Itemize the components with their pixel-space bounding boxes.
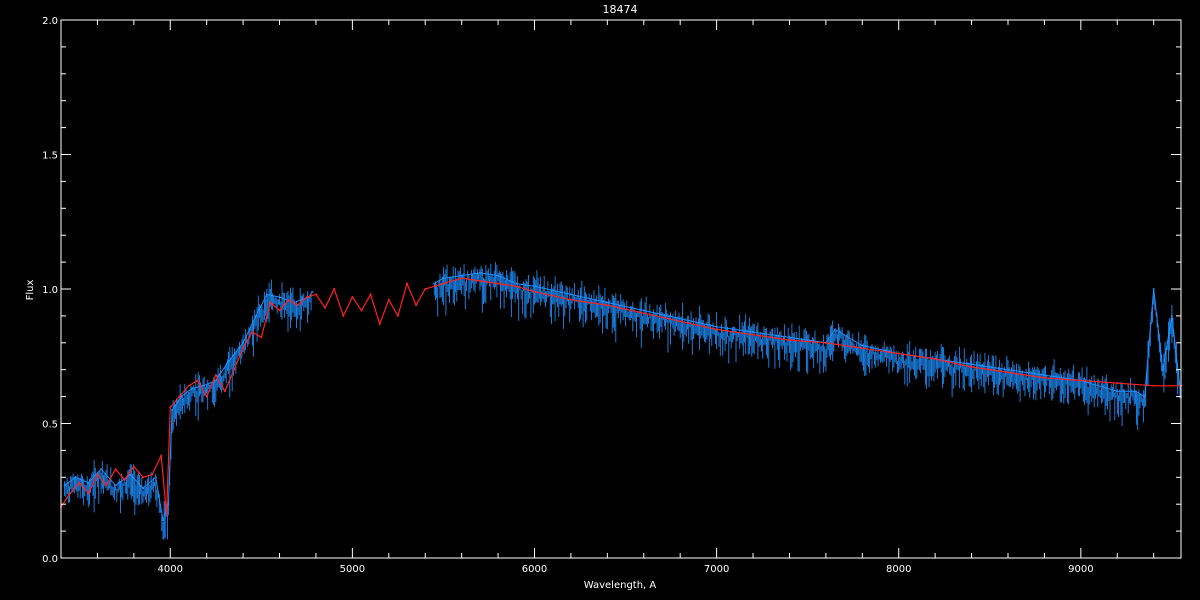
model-point — [305, 296, 308, 299]
model-point — [296, 304, 299, 307]
model-point — [205, 395, 208, 398]
x-tick-label: 9000 — [1068, 564, 1093, 575]
model-point — [233, 368, 235, 371]
model-point — [242, 347, 245, 350]
model-point — [342, 314, 345, 317]
model-point — [196, 379, 199, 382]
model-point — [642, 312, 645, 315]
model-point — [752, 333, 754, 336]
model-point — [606, 304, 609, 307]
model-point — [251, 331, 254, 333]
model-point — [369, 293, 372, 296]
model-point — [378, 323, 381, 325]
model-point — [1043, 376, 1046, 379]
y-axis-title: Flux — [25, 280, 36, 301]
model-point — [515, 285, 518, 288]
x-tick-label: 7000 — [704, 564, 729, 575]
observed-point — [100, 468, 103, 471]
model-point — [679, 320, 682, 323]
model-point — [360, 309, 363, 312]
model-point — [333, 288, 336, 290]
observed-point — [679, 317, 682, 320]
observed-point — [606, 301, 609, 304]
model-point — [396, 314, 399, 317]
x-tick-label: 4000 — [158, 564, 183, 575]
model-point — [78, 481, 81, 484]
observed-point — [214, 379, 217, 382]
model-point — [970, 366, 973, 368]
model-point — [1152, 384, 1155, 387]
model-point — [269, 301, 272, 304]
model-point — [442, 282, 445, 285]
model-point — [114, 468, 117, 471]
y-tick-label: 1.0 — [42, 285, 58, 296]
y-tick-label: 0.0 — [42, 554, 58, 565]
observed-point — [834, 328, 836, 331]
observed-point — [861, 344, 864, 347]
model-point — [260, 336, 263, 339]
model-point — [387, 298, 390, 301]
model-point — [824, 341, 827, 344]
model-point — [424, 288, 427, 290]
model-point — [1007, 371, 1009, 374]
model-point — [897, 352, 900, 355]
model-point — [715, 328, 718, 331]
model-point — [324, 306, 327, 309]
y-tick-label: 0.5 — [42, 420, 58, 431]
y-tick-label: 1.5 — [42, 151, 58, 162]
observed-point — [642, 309, 645, 312]
model-point — [315, 293, 317, 296]
model-point — [1116, 382, 1119, 385]
observed-point — [114, 484, 117, 487]
observed-point — [1152, 288, 1155, 290]
model-point — [460, 277, 463, 280]
model-point — [569, 298, 572, 301]
model-point — [151, 473, 154, 476]
model-point — [861, 347, 864, 350]
model-point — [142, 476, 144, 479]
model-point — [96, 473, 99, 476]
model-point — [123, 479, 126, 481]
model-point — [69, 492, 72, 495]
model-point — [351, 296, 354, 299]
x-tick-label: 5000 — [340, 564, 365, 575]
model-point — [934, 357, 937, 360]
model-point — [406, 282, 408, 285]
model-point — [187, 384, 190, 387]
chart-title: 18474 — [603, 3, 638, 16]
x-tick-label: 8000 — [886, 564, 911, 575]
model-point — [132, 465, 135, 468]
model-point — [287, 298, 290, 301]
x-tick-label: 6000 — [522, 564, 547, 575]
observed-point — [569, 293, 572, 296]
model-point — [165, 514, 168, 516]
model-point — [223, 390, 226, 393]
x-axis-title: Wavelength, A — [584, 580, 657, 591]
model-point — [788, 339, 791, 342]
model-point — [478, 279, 481, 282]
model-point — [178, 395, 181, 398]
observed-point — [515, 282, 518, 285]
model-point — [169, 406, 172, 409]
model-point — [497, 282, 500, 285]
observed-point — [460, 274, 463, 277]
model-point — [214, 374, 217, 377]
model-point — [87, 492, 90, 495]
model-point — [415, 304, 418, 307]
y-tick-label: 2.0 — [42, 16, 58, 27]
model-point — [278, 309, 281, 312]
model-point — [533, 290, 536, 293]
model-point — [160, 454, 163, 457]
spectrum-chart: 18474 Wavelength, A Flux 4000 5000 6000 700… — [0, 0, 1200, 600]
model-point — [105, 484, 108, 487]
model-point — [1079, 379, 1082, 382]
model-point — [433, 285, 436, 288]
observed-point — [311, 290, 314, 293]
